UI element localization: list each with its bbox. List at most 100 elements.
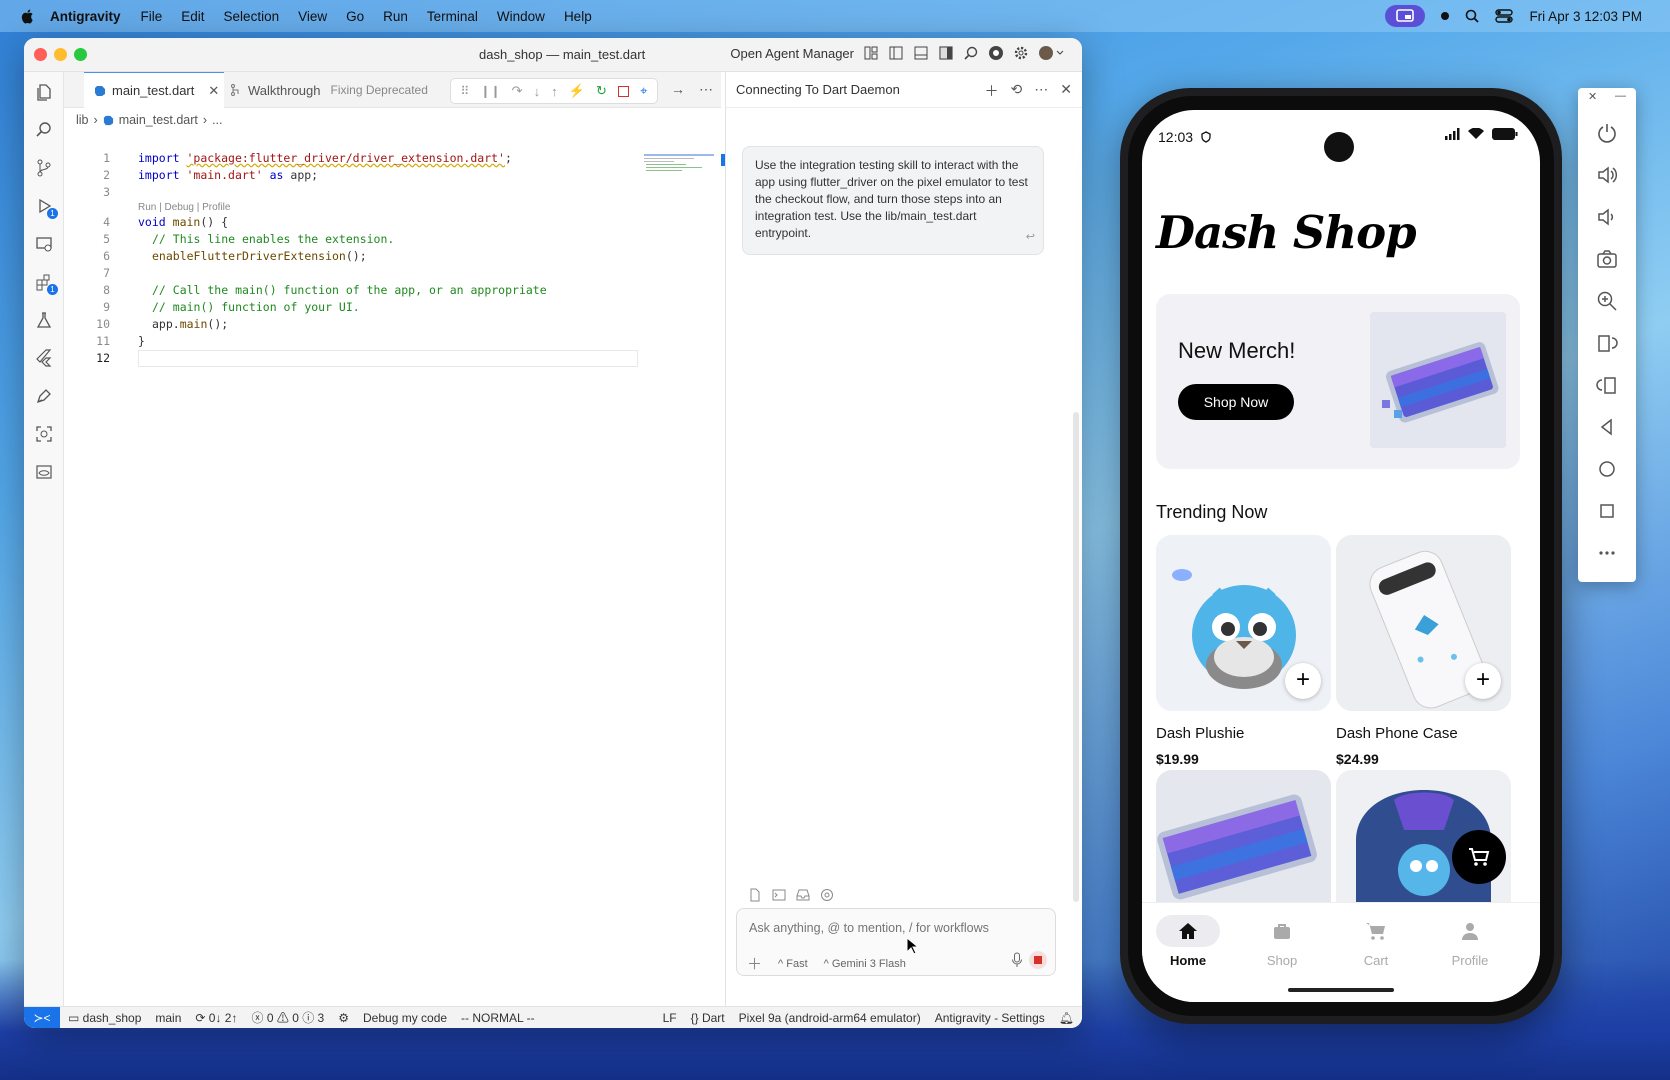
- add-to-cart-button[interactable]: +: [1285, 663, 1321, 699]
- remote-explorer-icon[interactable]: [34, 234, 54, 254]
- overview-square-icon[interactable]: [1596, 500, 1618, 522]
- tab-walkthrough[interactable]: Walkthrough Fixing Deprecated: [230, 72, 428, 108]
- account-avatar[interactable]: [1038, 45, 1066, 61]
- chrome-icon[interactable]: [988, 45, 1004, 61]
- breadcrumb-file[interactable]: main_test.dart: [119, 113, 198, 127]
- more-icon[interactable]: ⋯: [1034, 81, 1048, 101]
- shop-now-button[interactable]: Shop Now: [1178, 384, 1294, 420]
- source-control-icon[interactable]: [34, 158, 54, 178]
- toggle-sidebar-icon[interactable]: [888, 45, 904, 61]
- pause-icon[interactable]: ❙❙: [480, 84, 500, 98]
- breadcrumb-more[interactable]: ...: [212, 113, 222, 127]
- status-eol[interactable]: LF: [663, 1011, 677, 1025]
- nav-shop[interactable]: Shop: [1244, 915, 1320, 968]
- screen-share-icon[interactable]: [1385, 5, 1426, 27]
- arrow-right-icon[interactable]: →: [671, 81, 685, 98]
- menu-view[interactable]: View: [298, 9, 327, 24]
- drag-handle-icon[interactable]: ⠿: [461, 84, 470, 98]
- undo-icon[interactable]: ↩: [1026, 229, 1035, 246]
- stop-generation-button[interactable]: [1029, 951, 1047, 969]
- status-sync[interactable]: ⟳ 0↓ 2↑: [195, 1011, 237, 1025]
- run-debug-icon[interactable]: 1: [34, 196, 58, 219]
- debug-launch-icon[interactable]: ⚙: [338, 1011, 349, 1025]
- gear-icon[interactable]: [1013, 45, 1029, 61]
- search-icon[interactable]: [1465, 9, 1480, 23]
- preview-eye-icon[interactable]: [34, 462, 54, 482]
- nav-profile[interactable]: Profile: [1432, 915, 1508, 968]
- status-device[interactable]: Pixel 9a (android-arm64 emulator): [739, 1011, 921, 1025]
- step-over-icon[interactable]: ↷: [512, 83, 523, 99]
- rotate-left-icon[interactable]: [1596, 332, 1618, 354]
- mode-selector[interactable]: ^ Fast: [778, 958, 808, 970]
- back-icon[interactable]: [1596, 416, 1618, 438]
- home-circle-icon[interactable]: [1596, 458, 1618, 480]
- search-icon[interactable]: [34, 120, 54, 140]
- apple-icon[interactable]: [20, 8, 36, 24]
- power-icon[interactable]: [1596, 122, 1618, 144]
- minimap[interactable]: [644, 154, 714, 184]
- more-actions-icon[interactable]: ⋯: [699, 81, 713, 98]
- menu-selection[interactable]: Selection: [224, 9, 280, 24]
- menubar-clock[interactable]: Fri Apr 3 12:03 PM: [1529, 9, 1642, 24]
- app-menu-name[interactable]: Antigravity: [50, 9, 121, 24]
- breadcrumb-folder[interactable]: lib: [76, 113, 89, 127]
- toggle-panel-icon[interactable]: [913, 45, 929, 61]
- status-project[interactable]: ▭ dash_shop: [68, 1011, 141, 1025]
- zoom-in-icon[interactable]: [1596, 290, 1618, 312]
- menu-file[interactable]: File: [141, 9, 163, 24]
- phone-screen[interactable]: 12:03 Dash Shop New Merch! Shop Now Tren…: [1142, 110, 1540, 1002]
- layout-customize-icon[interactable]: [863, 45, 879, 61]
- stop-icon[interactable]: [617, 85, 629, 97]
- remote-indicator-icon[interactable]: ≻<: [24, 1006, 60, 1028]
- cart-fab-button[interactable]: [1452, 830, 1506, 884]
- microphone-icon[interactable]: [1011, 952, 1023, 968]
- menu-window[interactable]: Window: [497, 9, 545, 24]
- status-problems[interactable]: ⓧ 0 ⚠ 0 ⓘ 3: [251, 1009, 324, 1026]
- volume-up-icon[interactable]: [1596, 164, 1618, 186]
- step-into-icon[interactable]: ↓: [534, 84, 541, 99]
- toggle-secondary-sidebar-icon[interactable]: [938, 45, 954, 61]
- search-icon[interactable]: [963, 45, 979, 61]
- inspect-widget-icon[interactable]: [34, 424, 54, 444]
- menu-edit[interactable]: Edit: [181, 9, 204, 24]
- tab-main-test[interactable]: main_test.dart ✕: [84, 72, 224, 108]
- menu-go[interactable]: Go: [346, 9, 364, 24]
- close-emulator-icon[interactable]: ✕: [1588, 90, 1597, 106]
- gesture-home-indicator[interactable]: [1288, 988, 1394, 992]
- menu-run[interactable]: Run: [383, 9, 408, 24]
- nav-home[interactable]: Home: [1150, 915, 1226, 968]
- minimize-emulator-icon[interactable]: —: [1615, 90, 1626, 106]
- zoom-window-button[interactable]: [74, 48, 87, 61]
- testing-flask-icon[interactable]: [34, 310, 54, 330]
- status-branch[interactable]: main: [155, 1011, 181, 1025]
- status-language[interactable]: {} Dart: [691, 1011, 725, 1025]
- screenshot-camera-icon[interactable]: [1596, 248, 1618, 270]
- agent-scrollbar[interactable]: [1073, 412, 1079, 902]
- menu-help[interactable]: Help: [564, 9, 592, 24]
- pen-tool-icon[interactable]: [34, 386, 54, 406]
- control-center-icon[interactable]: [1495, 9, 1514, 23]
- explorer-icon[interactable]: [34, 82, 54, 102]
- flutter-icon[interactable]: [34, 348, 54, 368]
- volume-down-icon[interactable]: [1596, 206, 1618, 228]
- close-icon[interactable]: ✕: [1060, 81, 1072, 101]
- model-selector[interactable]: ^ Gemini 3 Flash: [824, 958, 906, 970]
- open-agent-manager-button[interactable]: Open Agent Manager: [730, 46, 854, 61]
- status-debug-config[interactable]: Debug my code: [363, 1011, 447, 1025]
- extensions-icon[interactable]: 1: [34, 272, 58, 295]
- hot-reload-icon[interactable]: ⚡: [569, 83, 585, 99]
- add-to-cart-button[interactable]: +: [1465, 663, 1501, 699]
- agent-chat-input[interactable]: [749, 921, 1039, 935]
- close-window-button[interactable]: [34, 48, 47, 61]
- add-context-icon[interactable]: ＋: [747, 953, 762, 974]
- file-icon[interactable]: [748, 888, 762, 902]
- inbox-icon[interactable]: [796, 888, 810, 902]
- step-out-icon[interactable]: ↑: [551, 84, 558, 99]
- inspector-icon[interactable]: ⌖: [640, 83, 647, 99]
- code-editor[interactable]: 1 import 'package:flutter_driver/driver_e…: [64, 130, 721, 1006]
- status-settings[interactable]: Antigravity - Settings: [935, 1011, 1045, 1025]
- menu-terminal[interactable]: Terminal: [427, 9, 478, 24]
- restart-icon[interactable]: ↻: [596, 83, 607, 99]
- terminal-icon[interactable]: [772, 888, 786, 902]
- history-icon[interactable]: ⟲: [1011, 81, 1023, 101]
